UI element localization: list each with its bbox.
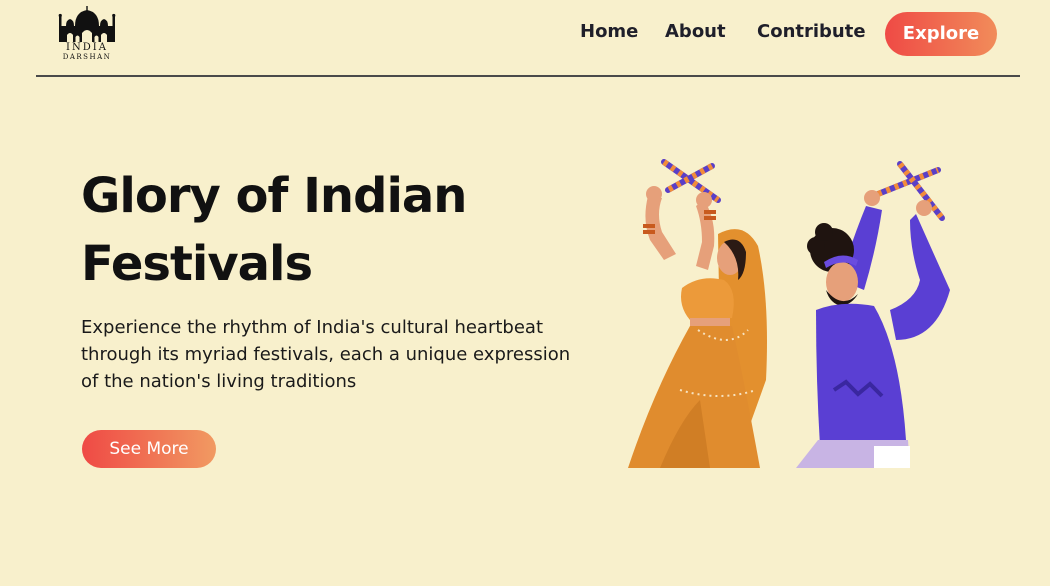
explore-button[interactable]: Explore (885, 12, 997, 56)
dandiya-sticks-left (661, 159, 721, 203)
hero-title-line1: Glory of Indian (81, 168, 467, 224)
hero-description: Experience the rhythm of India's cultura… (81, 317, 571, 392)
dandiya-sticks-right (875, 161, 945, 221)
dandiya-dancers-illustration (628, 159, 950, 468)
hero-title-line2: Festivals (81, 236, 313, 292)
site-logo[interactable]: INDIA DARSHAN (56, 6, 118, 64)
logo-text-india: INDIA (66, 42, 108, 53)
nav-about-link[interactable]: About (665, 20, 726, 44)
logo-text-darshan: DARSHAN (62, 53, 112, 61)
page: INDIA DARSHAN Home About Contribute Expl… (0, 0, 1050, 586)
male-dancer-figure (796, 161, 950, 468)
see-more-button[interactable]: See More (82, 430, 216, 468)
taj-mahal-icon (58, 6, 116, 42)
hero-title: Glory of Indian Festivals (81, 162, 501, 298)
header-divider (36, 75, 1020, 77)
nav-home-link[interactable]: Home (580, 20, 638, 44)
nav-contribute-link[interactable]: Contribute (757, 20, 866, 44)
female-dancer-figure (628, 159, 767, 468)
